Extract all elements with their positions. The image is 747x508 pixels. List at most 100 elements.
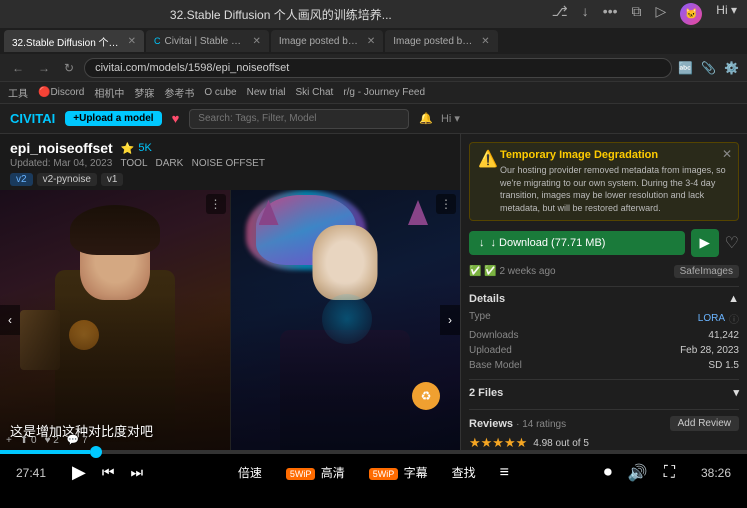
site-logo[interactable]: CIVITAI: [10, 111, 55, 126]
share-icon[interactable]: ⎇: [552, 3, 568, 25]
back-btn[interactable]: ←: [8, 59, 28, 77]
list-control[interactable]: ≡: [500, 464, 509, 482]
updated-text: Updated: Mar 04, 2023: [10, 158, 112, 169]
tab-close-4[interactable]: ✕: [481, 36, 489, 47]
browser-title-text: 32.Stable Diffusion 个人画风的训练培养...: [10, 6, 552, 23]
bookmark-4[interactable]: 参考书: [164, 85, 194, 100]
more-icon[interactable]: •••: [603, 3, 618, 25]
downloads-label: Downloads: [469, 330, 518, 341]
ext-icon-3[interactable]: ⚙️: [724, 61, 739, 75]
prev-button[interactable]: ⏮: [102, 464, 115, 481]
tag-v1[interactable]: v1: [101, 173, 124, 186]
subtitles-control[interactable]: 5WiP 字幕: [369, 464, 428, 481]
tool-tag[interactable]: TOOL: [120, 158, 147, 169]
bookmark-7[interactable]: Ski Chat: [296, 87, 334, 98]
gallery-image-right[interactable]: ⋮ › ♻: [230, 190, 461, 450]
tab-active[interactable]: 32.Stable Diffusion 个人画风的训练培养... ✕: [4, 30, 144, 52]
details-header[interactable]: Details ▲: [469, 293, 739, 305]
bookmark-1[interactable]: 🔴Discord: [38, 87, 84, 98]
hi-text[interactable]: Hi ▾: [716, 3, 737, 25]
forward-btn[interactable]: →: [34, 59, 54, 77]
user-avatar[interactable]: 🐱: [680, 3, 702, 25]
tab-label-1: 32.Stable Diffusion 个人画风的训练培养...: [12, 34, 120, 49]
center-controls: 倍速 5WiP 高清 5WiP 字幕 查找 ≡: [159, 464, 588, 482]
base-model-label: Base Model: [469, 360, 522, 371]
site-header: CIVITAI +Upload a model ♥ 🔔 Hi ▾: [0, 104, 747, 134]
tab-2[interactable]: C Civitai | Stable Diffusion mod... ✕: [146, 30, 269, 52]
heart-save-button[interactable]: ♡: [725, 233, 739, 253]
player-controls: 27:41 ▶ ⏮ ⏭ 倍速 5WiP 高清 5WiP 字幕 查找 ≡ ⏺ 🔊 …: [0, 454, 747, 491]
tag-v2-pynoise[interactable]: v2-pynoise: [37, 173, 97, 186]
downloads-row: Downloads 41,242: [469, 328, 739, 343]
gallery-more-left[interactable]: ⋮: [206, 194, 226, 214]
speed-control[interactable]: 倍速: [238, 464, 262, 481]
chevron-down-icon: ▾: [733, 386, 739, 399]
bookmark-2[interactable]: 相机中: [94, 85, 124, 100]
tab-3[interactable]: Image posted by imagino... ✕: [271, 30, 383, 52]
toolbar-icons: 🔤 📎 ⚙️: [678, 61, 739, 75]
bookmark-3[interactable]: 梦寐: [134, 85, 154, 100]
circle-action-btn[interactable]: ♻: [412, 382, 440, 410]
tab-close-3[interactable]: ✕: [367, 36, 375, 47]
gallery-nav-left[interactable]: ‹: [0, 305, 20, 335]
search-control[interactable]: 查找: [452, 464, 476, 481]
gallery-share[interactable]: ⬆ 0: [20, 435, 37, 446]
upload-model-button[interactable]: +Upload a model: [65, 111, 161, 126]
notification-bell[interactable]: 🔔: [419, 112, 433, 125]
play-run-button[interactable]: ▶: [691, 229, 719, 257]
uploaded-row: Uploaded Feb 28, 2023: [469, 343, 739, 358]
stat-k: 5K: [138, 142, 151, 154]
progress-bar-container[interactable]: [0, 450, 747, 454]
record-button[interactable]: ⏺: [604, 464, 612, 482]
progress-thumb[interactable]: [90, 446, 102, 458]
model-header: epi_noiseoffset ⭐ 5K Updated: Mar 04, 20…: [0, 134, 460, 190]
tag-v2[interactable]: v2: [10, 173, 33, 186]
gallery-heart[interactable]: ♥ 2: [45, 435, 59, 446]
add-review-button[interactable]: Add Review: [670, 416, 739, 431]
gallery-comment[interactable]: 💬 7: [67, 435, 88, 446]
subtitles-badge: 5WiP: [369, 468, 399, 480]
play-pause-button[interactable]: ▶: [72, 462, 86, 483]
notif-title: Temporary Image Degradation: [500, 149, 730, 161]
bookmark-8[interactable]: r/g - Journey Feed: [343, 87, 425, 98]
gallery-nav-right[interactable]: ›: [440, 305, 460, 335]
quality-control[interactable]: 5WiP 高清: [286, 464, 345, 481]
files-header[interactable]: 2 Files ▾: [469, 386, 739, 399]
next-button[interactable]: ⏭: [130, 464, 143, 481]
tab-4[interactable]: Image posted by fabulous... ✕: [385, 30, 497, 52]
ext-icon-1[interactable]: 🔤: [678, 61, 693, 75]
notif-close-btn[interactable]: ✕: [722, 147, 732, 161]
cast-icon[interactable]: ▷: [656, 3, 667, 25]
tab-close-2[interactable]: ✕: [253, 36, 261, 47]
bookmark-5[interactable]: O cube: [204, 87, 236, 98]
reviews-count: · 14 ratings: [516, 419, 566, 430]
fullscreen-button[interactable]: ⛶: [664, 464, 675, 482]
ext-icon-2[interactable]: 📎: [701, 61, 716, 75]
pip-icon[interactable]: ⧉: [632, 3, 642, 25]
gallery-plus[interactable]: +: [6, 435, 12, 446]
gallery-image-left[interactable]: ⋮ ‹: [0, 190, 230, 450]
notif-text: Our hosting provider removed metadata fr…: [500, 164, 730, 214]
download-icon[interactable]: ↓: [582, 3, 589, 25]
model-tags: v2 v2-pynoise v1: [10, 173, 450, 186]
site-search-input[interactable]: [189, 109, 409, 129]
reviews-header: Reviews · 14 ratings: [469, 418, 566, 430]
tab-label-2: Civitai | Stable Diffusion mod...: [165, 36, 245, 47]
reload-btn[interactable]: ↻: [60, 59, 78, 77]
noise-offset-tag[interactable]: NOISE OFFSET: [192, 158, 265, 169]
tab-close-1[interactable]: ✕: [128, 36, 136, 47]
gallery-more-right[interactable]: ⋮: [436, 194, 456, 214]
download-button[interactable]: ↓ ↓ Download (77.71 MB): [469, 231, 685, 255]
address-input[interactable]: [84, 58, 672, 78]
type-value: LORA: [698, 313, 725, 324]
hi-label[interactable]: Hi ▾: [441, 112, 460, 125]
download-icon: ↓: [479, 237, 485, 249]
type-info-icon[interactable]: ⓘ: [729, 311, 739, 326]
bookmark-0[interactable]: 工具: [8, 85, 28, 100]
dark-tag[interactable]: DARK: [155, 158, 183, 169]
page-content: epi_noiseoffset ⭐ 5K Updated: Mar 04, 20…: [0, 134, 747, 450]
heart-icon[interactable]: ♥: [172, 111, 180, 126]
volume-button[interactable]: 🔊: [628, 463, 648, 483]
model-right-panel: Temporary Image Degradation Our hosting …: [460, 134, 747, 450]
bookmark-6[interactable]: New trial: [247, 87, 286, 98]
